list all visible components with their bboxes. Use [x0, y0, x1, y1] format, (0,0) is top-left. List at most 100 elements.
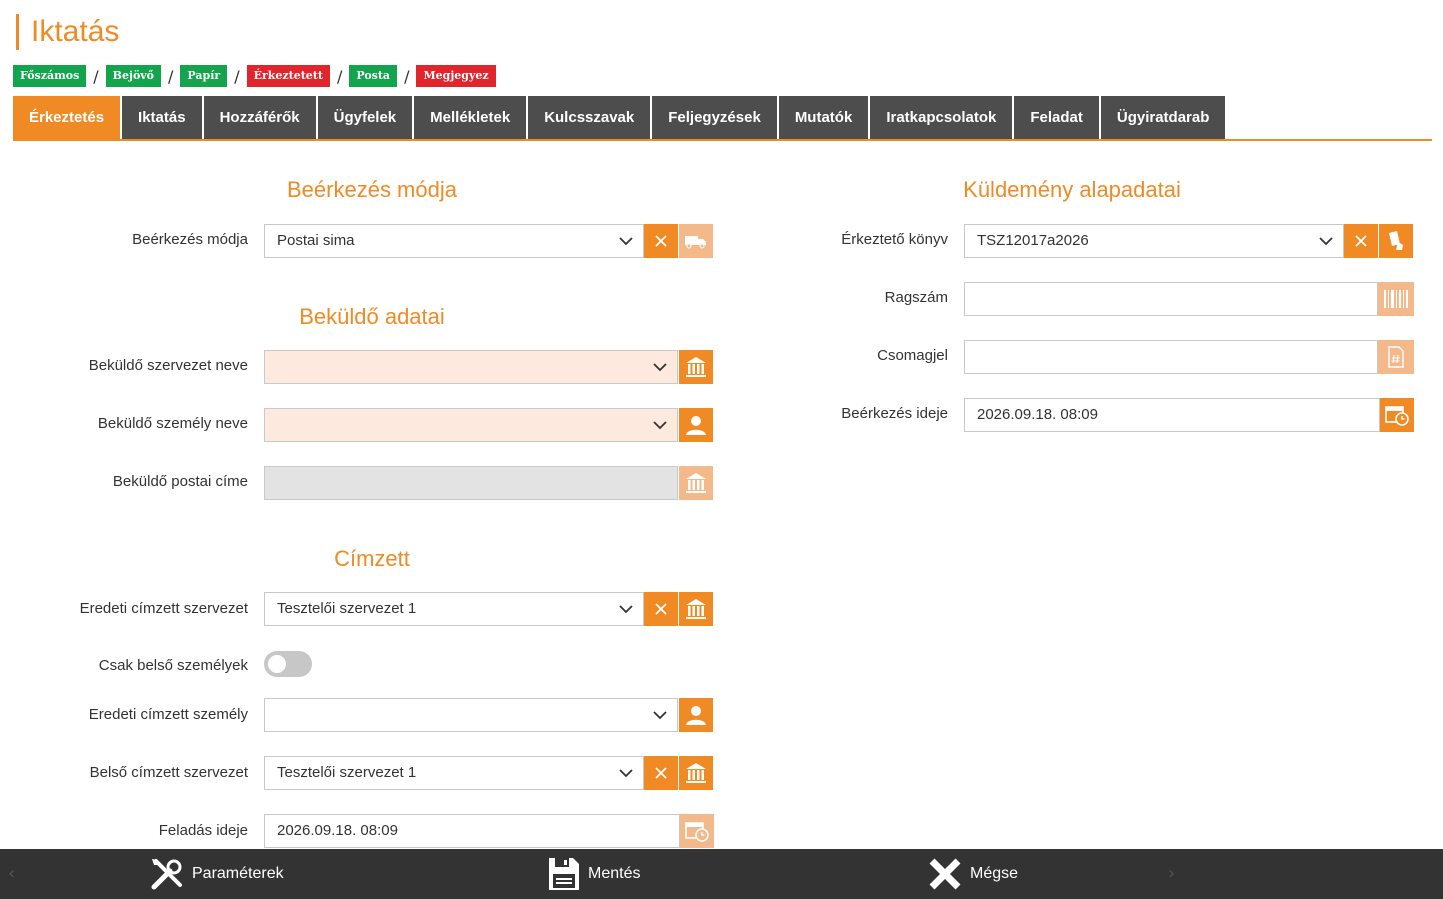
orig-recipient-person-label: Eredeti címzett személy [88, 706, 248, 723]
orig-recipient-person-picker-button[interactable] [679, 698, 713, 732]
sender-address-label: Beküldő postai címe [112, 473, 248, 490]
sender-person-picker-button[interactable] [679, 408, 713, 442]
page-title: Iktatás [16, 14, 119, 50]
tab-bar: Érkeztetés Iktatás Hozzáférők Ügyfelek M… [13, 96, 1432, 141]
sent-time-value: 2026.09.18. 08:09 [277, 822, 398, 839]
parameters-label: Paraméterek [192, 865, 284, 882]
sender-person-select[interactable] [264, 408, 678, 442]
section-title-recipient: Címzett [334, 546, 410, 571]
chevron-down-icon [619, 237, 633, 246]
breadcrumb-item-papir[interactable]: Papír [180, 65, 228, 87]
cancel-label: Mégse [970, 865, 1019, 882]
breadcrumb-item-megjegyez[interactable]: Megjegyez [416, 65, 496, 87]
tab-iratkapcsolatok[interactable]: Iratkapcsolatok [870, 96, 1013, 139]
breadcrumb-separator: / [234, 66, 240, 86]
close-icon [929, 858, 961, 890]
book-stamp-icon [1389, 231, 1403, 250]
chevron-right-icon[interactable]: › [1168, 863, 1175, 884]
person-icon [686, 706, 706, 725]
register-book-clear-button[interactable] [1344, 224, 1378, 258]
save-icon [549, 858, 579, 890]
register-book-value: TSZ12017a2026 [977, 232, 1089, 249]
internal-only-toggle[interactable] [264, 651, 312, 677]
orig-recipient-person-select[interactable] [264, 698, 678, 732]
tab-hozzaferok[interactable]: Hozzáférők [203, 96, 316, 139]
arrival-mode-delivery-button[interactable] [679, 224, 713, 258]
sender-org-picker-button[interactable] [679, 350, 713, 384]
orig-recipient-org-select[interactable]: Tesztelői szervezet 1 [264, 592, 644, 626]
arrival-mode-select[interactable]: Postai sima [264, 224, 644, 258]
sent-time-label: Feladás ideje [158, 822, 248, 839]
tab-mutatok[interactable]: Mutatók [778, 96, 869, 139]
breadcrumb-separator: / [168, 66, 174, 86]
internal-recipient-org-select[interactable]: Tesztelői szervezet 1 [264, 756, 644, 790]
close-icon [1355, 235, 1367, 247]
close-icon [655, 767, 667, 779]
chevron-down-icon [653, 363, 667, 372]
barcode-icon [1384, 290, 1408, 308]
tab-feladat[interactable]: Feladat [1014, 96, 1099, 139]
arrival-time-calendar-button[interactable] [1380, 398, 1414, 432]
save-button[interactable]: Mentés [548, 849, 640, 899]
package-mark-input[interactable] [964, 340, 1378, 374]
tracking-barcode-button[interactable] [1378, 282, 1414, 316]
breadcrumb-separator: / [93, 66, 99, 86]
register-book-label: Érkeztető könyv [841, 231, 948, 248]
breadcrumb-item-posta[interactable]: Posta [349, 65, 398, 87]
sent-time-input[interactable]: 2026.09.18. 08:09 [264, 814, 680, 848]
sender-person-label: Beküldő személy neve [97, 415, 248, 432]
chevron-down-icon [1319, 237, 1333, 246]
breadcrumb-item-bejovo[interactable]: Bejövő [105, 65, 162, 87]
tracking-number-input[interactable] [964, 282, 1378, 316]
arrival-mode-clear-button[interactable] [644, 224, 678, 258]
tab-erkeztetes[interactable]: Érkeztetés [13, 96, 121, 139]
sender-address-picker-button[interactable] [679, 466, 713, 500]
tab-mellekletek[interactable]: Mellékletek [414, 96, 527, 139]
institution-icon [686, 763, 706, 783]
arrival-time-input[interactable]: 2026.09.18. 08:09 [964, 398, 1380, 432]
section-title-arrival: Beérkezés módja [287, 177, 457, 202]
arrival-time-label: Beérkezés ideje [841, 405, 948, 422]
close-icon [655, 235, 667, 247]
orig-recipient-org-clear-button[interactable] [644, 592, 678, 626]
sent-time-calendar-button[interactable] [680, 814, 714, 848]
tab-ugyiratdarab[interactable]: Ügyiratdarab [1100, 96, 1226, 139]
breadcrumb-separator: / [404, 66, 410, 86]
calendar-clock-icon [1385, 406, 1409, 426]
close-icon [655, 603, 667, 615]
internal-recipient-org-picker-button[interactable] [679, 756, 713, 790]
tab-kulcsszavak[interactable]: Kulcsszavak [528, 96, 651, 139]
package-mark-label: Csomagjel [877, 347, 948, 364]
save-label: Mentés [588, 865, 641, 882]
arrival-mode-value: Postai sima [277, 232, 355, 249]
chevron-left-icon[interactable]: ‹ [8, 863, 15, 884]
orig-recipient-org-picker-button[interactable] [679, 592, 713, 626]
breadcrumb-item-foszamos[interactable]: Főszámos [13, 65, 87, 87]
arrival-time-value: 2026.09.18. 08:09 [977, 406, 1098, 423]
tab-ugyfelek[interactable]: Ügyfelek [317, 96, 413, 139]
orig-recipient-org-label: Eredeti címzett szervezet [79, 600, 248, 617]
tab-feljegyzesek[interactable]: Feljegyzések [652, 96, 777, 139]
chevron-down-icon [619, 769, 633, 778]
section-title-sender: Beküldő adatai [299, 304, 445, 329]
internal-only-label: Csak belső személyek [98, 657, 248, 674]
chevron-down-icon [653, 711, 667, 720]
document-hash-icon [1388, 346, 1404, 368]
breadcrumb: Főszámos / Bejövő / Papír / Érkeztetett … [13, 65, 496, 87]
toggle-knob [268, 655, 286, 673]
institution-icon [686, 473, 706, 493]
internal-recipient-org-clear-button[interactable] [644, 756, 678, 790]
register-book-picker-button[interactable] [1379, 224, 1413, 258]
calendar-clock-icon [685, 822, 709, 842]
breadcrumb-item-erkeztetett[interactable]: Érkeztetett [246, 65, 330, 87]
parameters-button[interactable]: Paraméterek [150, 849, 284, 899]
cancel-button[interactable]: Mégse [928, 849, 1018, 899]
register-book-select[interactable]: TSZ12017a2026 [964, 224, 1344, 258]
package-mark-button[interactable] [1378, 340, 1414, 374]
tab-iktatas[interactable]: Iktatás [122, 96, 202, 139]
sender-address-field [264, 466, 678, 500]
institution-icon [686, 599, 706, 619]
arrival-mode-label: Beérkezés módja [132, 231, 248, 248]
sender-org-select[interactable] [264, 350, 678, 384]
sender-org-label: Beküldő szervezet neve [88, 357, 248, 374]
